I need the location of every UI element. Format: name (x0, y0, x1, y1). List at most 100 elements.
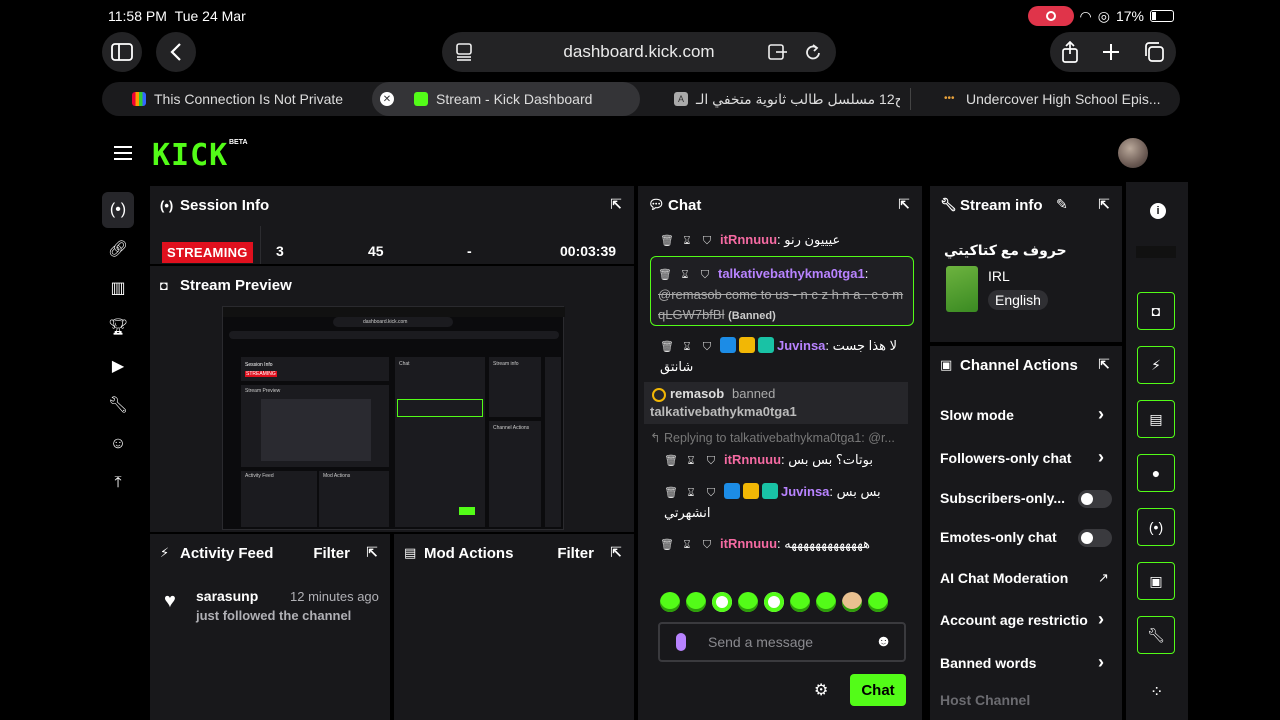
stream-nav-icon[interactable]: (•) (102, 192, 134, 228)
banned-words-item[interactable]: Banned words (940, 655, 1112, 671)
chevron-right-icon[interactable]: › (1098, 404, 1104, 425)
chevron-right-icon[interactable]: › (1098, 609, 1104, 630)
external-link-icon[interactable]: ↗ (1098, 570, 1109, 586)
tab-undercover-high-school[interactable]: ••• Undercover High School Epis... (944, 82, 1170, 116)
avatar[interactable] (1118, 138, 1148, 168)
trophy-icon[interactable]: 🏆︎ (102, 309, 134, 345)
chat-message[interactable]: 🗑︎ ⌛︎ ⛉ Juvinsa: لا هذا جست شانتق (660, 336, 922, 377)
share-to-device-icon[interactable] (768, 43, 788, 61)
chat-message[interactable]: 🗑︎ ⌛︎ ⛉ Juvinsa: بس بس انشهرتي (664, 482, 922, 523)
emote-icon[interactable] (712, 592, 732, 612)
activity-user[interactable]: sarasunp (196, 588, 258, 604)
emote-icon[interactable] (738, 592, 758, 612)
emotes-only-toggle[interactable] (1078, 529, 1112, 547)
preview-tool-button[interactable]: ◘ (1137, 292, 1175, 330)
chat-username[interactable]: itRnnuuu (720, 536, 777, 551)
chat-username[interactable]: Juvinsa (781, 484, 829, 499)
link-icon[interactable]: 🔗︎ (102, 231, 134, 267)
emote-icon[interactable] (790, 592, 810, 612)
emote-icon[interactable] (816, 592, 836, 612)
timeout-icon[interactable]: ⌛︎ (684, 483, 698, 503)
account-age-item[interactable]: Account age restrictio (940, 612, 1092, 628)
category-name[interactable]: IRL (988, 268, 1010, 284)
chat-message[interactable]: 🗑︎ ⌛︎ ⛉ itRnnuuu: عيييون رنو (660, 230, 922, 251)
screen-recording-icon[interactable] (1027, 6, 1074, 26)
mod-log-tool-button[interactable]: ▤ (1137, 400, 1175, 438)
upload-icon[interactable]: ⤒ (102, 465, 134, 501)
emotes-only-item[interactable]: Emotes-only chat (940, 529, 1074, 545)
chat-message[interactable]: 🗑︎ ⌛︎ ⛉ talkativebathykma0tga1: @remasob co… (658, 264, 908, 326)
activity-filter-button[interactable]: Filter (313, 545, 350, 562)
timeout-icon[interactable]: ⌛︎ (680, 535, 694, 555)
video-icon[interactable]: ▶ (102, 348, 134, 384)
chat-username[interactable]: Juvinsa (777, 338, 825, 353)
host-channel-item[interactable]: Host Channel (940, 692, 1112, 708)
chat-tool-button[interactable]: ● (1137, 454, 1175, 492)
tab-overview-icon[interactable] (1143, 41, 1165, 63)
chat-input[interactable]: Send a message ☻ (658, 622, 906, 662)
chevron-right-icon[interactable]: › (1098, 652, 1104, 673)
delete-icon[interactable]: 🗑︎ (660, 231, 674, 251)
back-button[interactable] (156, 32, 196, 72)
channel-actions-tool-button[interactable]: ▣ (1137, 562, 1175, 600)
community-icon[interactable]: ☺ (102, 426, 134, 462)
menu-icon[interactable] (114, 146, 132, 164)
reply-preview[interactable]: ↰ Replying to talkativebathykma0tga1: @r… (650, 430, 895, 445)
timeout-icon[interactable]: ⌛︎ (680, 231, 694, 251)
popout-icon[interactable]: ⇱ (1098, 356, 1110, 373)
chat-message[interactable]: 🗑︎ ⌛︎ ⛉ itRnnuuu: بوتات؟ بس بس (664, 450, 922, 471)
stream-preview-video[interactable]: Session Info STREAMING Stream Preview Ac… (222, 306, 565, 530)
timeout-icon[interactable]: ⌛︎ (678, 265, 692, 285)
popout-icon[interactable]: ⇱ (898, 196, 910, 213)
delete-icon[interactable]: 🗑︎ (660, 535, 674, 555)
chat-username[interactable]: itRnnuuu (724, 452, 781, 467)
chat-settings-icon[interactable]: ⚙︎ (814, 680, 828, 700)
ban-shield-icon[interactable]: ⛉ (700, 231, 714, 251)
page-menu-icon[interactable] (456, 43, 472, 61)
timeout-icon[interactable]: ⌛︎ (684, 451, 698, 471)
emote-icon[interactable] (660, 592, 680, 612)
delete-icon[interactable]: 🗑︎ (660, 337, 674, 357)
ban-shield-icon[interactable]: ⛉ (700, 337, 714, 357)
ban-shield-icon[interactable]: ⛉ (704, 451, 718, 471)
subscribers-only-toggle[interactable] (1078, 490, 1112, 508)
tab-arabic-series[interactable]: A ح12 مسلسل طالب ثانوية متخفي الـ (674, 82, 900, 116)
popout-icon[interactable]: ⇱ (366, 544, 378, 561)
ai-moderation-item[interactable]: AI Chat Moderation (940, 570, 1112, 586)
address-bar[interactable]: dashboard.kick.com (442, 32, 836, 72)
emoji-icon[interactable]: ☻ (875, 633, 892, 651)
session-tool-button[interactable]: (•) (1137, 508, 1175, 546)
timeout-icon[interactable]: ⌛︎ (680, 337, 694, 357)
mod-filter-button[interactable]: Filter (557, 545, 594, 562)
stream-info-tool-button[interactable]: 🔧︎ (1137, 616, 1175, 654)
microphone-icon[interactable] (676, 633, 686, 651)
share-icon[interactable] (1061, 41, 1079, 63)
popout-icon[interactable]: ⇱ (1098, 196, 1110, 213)
popout-icon[interactable]: ⇱ (610, 196, 622, 213)
emote-icon[interactable] (764, 592, 784, 612)
tab-connection-not-private[interactable]: This Connection Is Not Private (132, 82, 358, 116)
chat-username[interactable]: talkativebathykma0tga1 (718, 266, 865, 281)
more-tools-icon[interactable]: ⁘ (1150, 682, 1163, 702)
wrench-icon[interactable]: 🔧︎ (102, 387, 134, 423)
edit-icon[interactable]: ✎ (1056, 196, 1068, 213)
emote-icon[interactable] (686, 592, 706, 612)
info-icon[interactable]: i (1150, 203, 1166, 219)
kick-logo[interactable]: KICK (152, 138, 228, 173)
delete-icon[interactable]: 🗑︎ (664, 483, 678, 503)
chat-message[interactable]: 🗑︎ ⌛︎ ⛉ itRnnuuu: هههههههههههههه (660, 534, 922, 555)
ban-shield-icon[interactable]: ⛉ (704, 483, 718, 503)
new-tab-icon[interactable] (1102, 43, 1120, 61)
popout-icon[interactable]: ⇱ (610, 544, 622, 561)
emote-icon[interactable] (842, 592, 862, 612)
delete-icon[interactable]: 🗑︎ (658, 265, 672, 285)
slow-mode-item[interactable]: Slow mode (940, 407, 1112, 423)
close-tab-icon[interactable]: ✕ (380, 92, 394, 106)
analytics-icon[interactable]: ▥ (102, 270, 134, 306)
tab-kick-dashboard[interactable]: ✕ Stream - Kick Dashboard (372, 82, 640, 116)
ban-shield-icon[interactable]: ⛉ (698, 265, 712, 285)
chevron-right-icon[interactable]: › (1098, 447, 1104, 468)
system-user[interactable]: remasob (670, 386, 724, 401)
subscribers-only-item[interactable]: Subscribers-only... (940, 490, 1074, 506)
activity-tool-button[interactable]: ⚡ (1137, 346, 1175, 384)
